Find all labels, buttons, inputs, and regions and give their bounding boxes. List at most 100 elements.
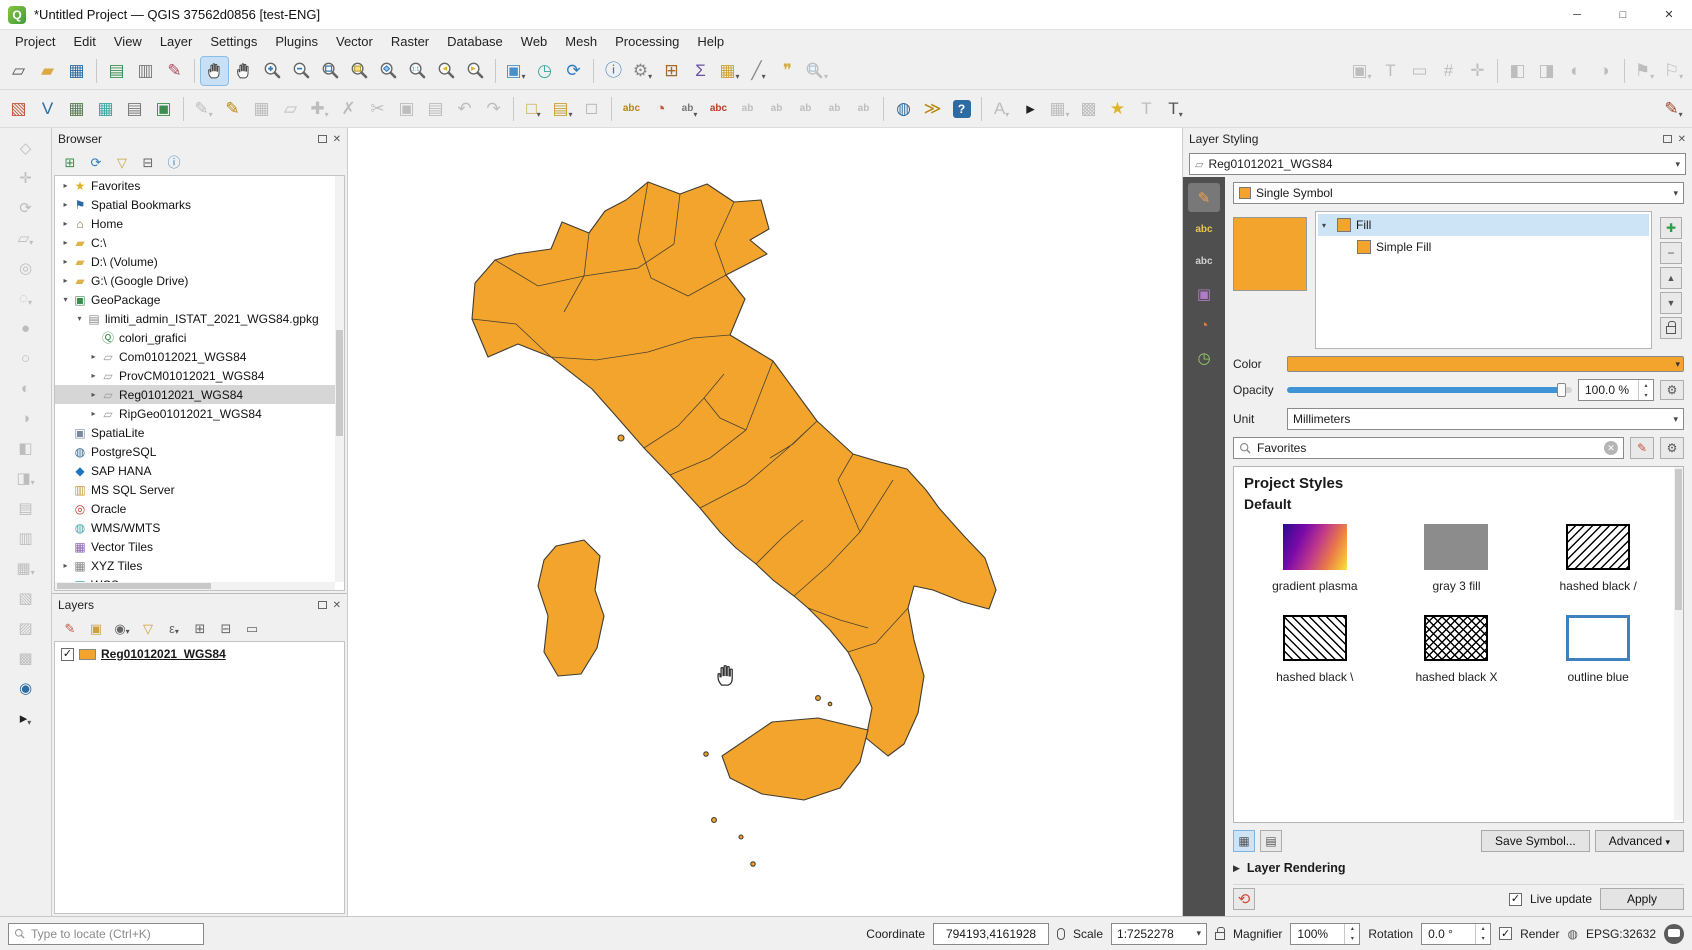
style-options-button[interactable]: ⚙ xyxy=(1660,437,1684,459)
browser-item-ripgeo01012021-wgs84[interactable]: ▸▱RipGeo01012021_WGS84 xyxy=(55,404,344,423)
annotation-pointer-button[interactable]: ▸▾ xyxy=(12,705,39,731)
style-item-gray-3-fill[interactable]: gray 3 fill xyxy=(1386,524,1528,593)
expander-icon[interactable]: ▸ xyxy=(87,352,100,361)
expander-icon[interactable]: ▾ xyxy=(73,314,86,323)
expander-icon[interactable]: ▸ xyxy=(59,238,72,247)
deselect-features-button[interactable]: □ xyxy=(578,95,605,123)
browser-item-c[interactable]: ▸▰C:\ xyxy=(55,233,344,252)
expander-icon[interactable]: ▸ xyxy=(87,409,100,418)
browser-item-geopackage[interactable]: ▾▣GeoPackage xyxy=(55,290,344,309)
menu-item-help[interactable]: Help xyxy=(688,32,733,51)
style-item-gradient-plasma[interactable]: gradient plasma xyxy=(1244,524,1386,593)
collapse-all-layers-button[interactable]: ⊟ xyxy=(215,618,237,640)
menu-item-web[interactable]: Web xyxy=(512,32,557,51)
expander-icon[interactable]: ▸ xyxy=(59,561,72,570)
browser-scrollbar[interactable] xyxy=(335,176,344,582)
menu-item-mesh[interactable]: Mesh xyxy=(556,32,606,51)
show-layout-manager-button[interactable]: ▥ xyxy=(132,57,159,85)
add-group-button[interactable]: ▣ xyxy=(85,618,107,640)
menu-item-project[interactable]: Project xyxy=(6,32,64,51)
add-spatialite-layer-button[interactable]: ▣ xyxy=(150,95,177,123)
expander-icon[interactable]: ▸ xyxy=(59,181,72,190)
locator-search-input[interactable]: Type to locate (Ctrl+K) xyxy=(8,923,204,945)
magnifier-spinbox[interactable]: 100%▴▾ xyxy=(1290,923,1360,945)
symbol-layer-fill[interactable]: ▾Fill xyxy=(1318,214,1649,236)
filter-browser-button[interactable]: ▽ xyxy=(111,152,133,174)
pan-map-to-selection-button[interactable] xyxy=(230,57,257,85)
georeferencer-tool-button[interactable]: ◉ xyxy=(12,675,39,701)
add-vector-layer-button[interactable]: V xyxy=(34,95,61,123)
python-console-button[interactable]: ≫ xyxy=(919,95,946,123)
menu-item-plugins[interactable]: Plugins xyxy=(266,32,327,51)
metasearch-catalog-button[interactable]: ◍ xyxy=(890,95,917,123)
styling-tab-masks[interactable]: abc xyxy=(1188,247,1220,276)
layer-diagram-button[interactable]: ◔ xyxy=(647,95,674,123)
select-features-by-area-button[interactable]: □▾ xyxy=(520,95,547,123)
add-symbol-layer-button[interactable]: ✚ xyxy=(1660,217,1682,239)
expander-icon[interactable]: ▾ xyxy=(1322,221,1332,230)
enable-properties-widget-button[interactable]: ⓘ xyxy=(163,152,185,174)
expander-icon[interactable]: ▸ xyxy=(87,390,100,399)
remove-symbol-layer-button[interactable]: − xyxy=(1660,242,1682,264)
minimize-button[interactable]: ─ xyxy=(1554,0,1600,30)
add-mesh-layer-button[interactable]: ▦ xyxy=(92,95,119,123)
browser-item-wms-wmts[interactable]: ◍WMS/WMTS xyxy=(55,518,344,537)
browser-item-g-google-drive[interactable]: ▸▰G:\ (Google Drive) xyxy=(55,271,344,290)
layer-labeling-options-button[interactable]: ab▾ xyxy=(676,95,703,123)
expander-icon[interactable]: ▸ xyxy=(59,200,72,209)
browser-float-icon[interactable] xyxy=(318,135,327,143)
layers-float-icon[interactable] xyxy=(318,601,327,609)
icon-view-toggle[interactable]: ▦ xyxy=(1233,830,1255,852)
open-attribute-table-button[interactable]: ▦▾ xyxy=(716,57,743,85)
data-defined-override-button[interactable]: ⚙ xyxy=(1660,380,1684,400)
layer-labeling-button[interactable]: abc xyxy=(618,95,645,123)
zoom-out-button[interactable] xyxy=(288,57,315,85)
browser-item-sap-hana[interactable]: ◆SAP HANA xyxy=(55,461,344,480)
symbol-type-combo[interactable]: Single Symbol ▾ xyxy=(1233,182,1684,204)
browser-item-postgresql[interactable]: ◍PostgreSQL xyxy=(55,442,344,461)
expander-icon[interactable]: ▸ xyxy=(59,219,72,228)
browser-item-xyz-tiles[interactable]: ▸▦XYZ Tiles xyxy=(55,556,344,575)
clear-search-icon[interactable]: ✕ xyxy=(1604,441,1618,455)
expander-icon[interactable]: ▾ xyxy=(59,295,72,304)
style-manager-button[interactable]: ✎ xyxy=(161,57,188,85)
pan-map-button[interactable] xyxy=(201,57,228,85)
pin-unpin-labels-button[interactable]: abc xyxy=(705,95,732,123)
lock-symbol-color-button[interactable] xyxy=(1660,317,1682,339)
browser-item-vector-tiles[interactable]: ▦Vector Tiles xyxy=(55,537,344,556)
menu-item-database[interactable]: Database xyxy=(438,32,512,51)
menu-item-settings[interactable]: Settings xyxy=(201,32,266,51)
expander-icon[interactable]: ▸ xyxy=(59,257,72,266)
save-project-button[interactable]: ▦ xyxy=(63,57,90,85)
temporal-controller-panel-button[interactable]: ◷ xyxy=(531,57,558,85)
style-item-hashed-black-x[interactable]: hashed black X xyxy=(1386,615,1528,684)
expander-icon[interactable]: ▸ xyxy=(87,371,100,380)
symbol-layer-simple-fill[interactable]: Simple Fill xyxy=(1338,236,1649,258)
browser-close-icon[interactable]: ✕ xyxy=(333,134,341,145)
messages-icon[interactable] xyxy=(1664,924,1684,944)
expander-icon[interactable]: ▸ xyxy=(59,276,72,285)
identify-features-button[interactable]: ⓘ xyxy=(600,57,627,85)
menu-item-raster[interactable]: Raster xyxy=(382,32,438,51)
styling-tab-diagrams[interactable]: ◔ xyxy=(1188,311,1220,340)
styling-tab-symbology[interactable]: ✎ xyxy=(1188,183,1220,212)
styling-float-icon[interactable] xyxy=(1663,135,1672,143)
browser-item-ms-sql-server[interactable]: ▥MS SQL Server xyxy=(55,480,344,499)
style-search-input[interactable]: Favorites ✕ xyxy=(1233,437,1624,459)
browser-item-reg01012021-wgs84[interactable]: ▸▱Reg01012021_WGS84 xyxy=(55,385,344,404)
browser-item-oracle[interactable]: ◎Oracle xyxy=(55,499,344,518)
opacity-spinbox[interactable]: 100.0 % ▴▾ xyxy=(1578,379,1654,401)
styling-tab-labels[interactable]: abc xyxy=(1188,215,1220,244)
browser-item-spatial-bookmarks[interactable]: ▸⚑Spatial Bookmarks xyxy=(55,195,344,214)
unit-combo[interactable]: Millimeters ▾ xyxy=(1287,408,1684,430)
toggle-editing-button[interactable]: ✎ xyxy=(219,95,246,123)
list-view-toggle[interactable]: ▤ xyxy=(1260,830,1282,852)
color-picker-bar[interactable]: ▾ xyxy=(1287,356,1684,372)
measure-button[interactable]: ╱▾ xyxy=(745,57,772,85)
open-field-calculator-button[interactable]: ⊞ xyxy=(658,57,685,85)
styling-layer-combo[interactable]: ▱ Reg01012021_WGS84 ▾ xyxy=(1189,153,1686,175)
new-print-layout-button[interactable]: ▤ xyxy=(103,57,130,85)
select-annotations-button[interactable]: ▸ xyxy=(1017,95,1044,123)
add-raster-layer-button[interactable]: ▦ xyxy=(63,95,90,123)
menu-item-view[interactable]: View xyxy=(105,32,151,51)
